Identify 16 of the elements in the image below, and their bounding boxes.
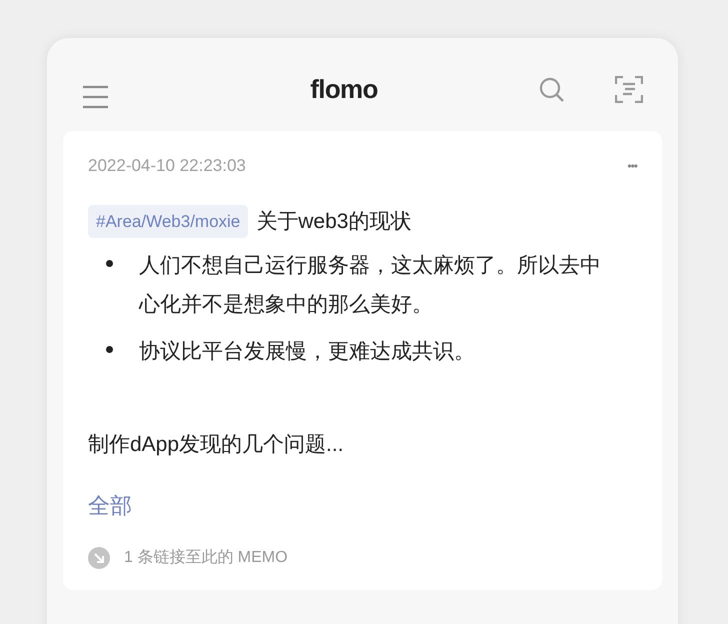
- memo-paragraph: 制作dApp发现的几个问题...: [88, 432, 345, 458]
- expand-link[interactable]: 全部: [88, 489, 132, 522]
- backlinks-label[interactable]: 1 条链接至此的 MEMO: [124, 546, 288, 570]
- backlink-icon: [88, 547, 110, 569]
- search-icon[interactable]: [539, 76, 565, 102]
- scan-icon[interactable]: [615, 76, 643, 103]
- bullet-icon: [106, 346, 113, 353]
- bullet-icon: [106, 260, 113, 267]
- bullet-text: 人们不想自己运行服务器，这太麻烦了。所以去中心化并不是想象中的那么美好。: [139, 253, 602, 318]
- memo-timestamp: 2022-04-10 22:23:03: [88, 155, 246, 177]
- memo-heading: 关于web3的现状: [256, 208, 412, 234]
- more-button[interactable]: •••: [627, 156, 637, 175]
- menu-icon[interactable]: [82, 84, 109, 108]
- tag-chip[interactable]: #Area/Web3/moxie: [88, 204, 248, 238]
- bullet-text: 协议比平台发展慢，更难达成共识。: [139, 339, 476, 365]
- app-title: flomo: [310, 73, 378, 106]
